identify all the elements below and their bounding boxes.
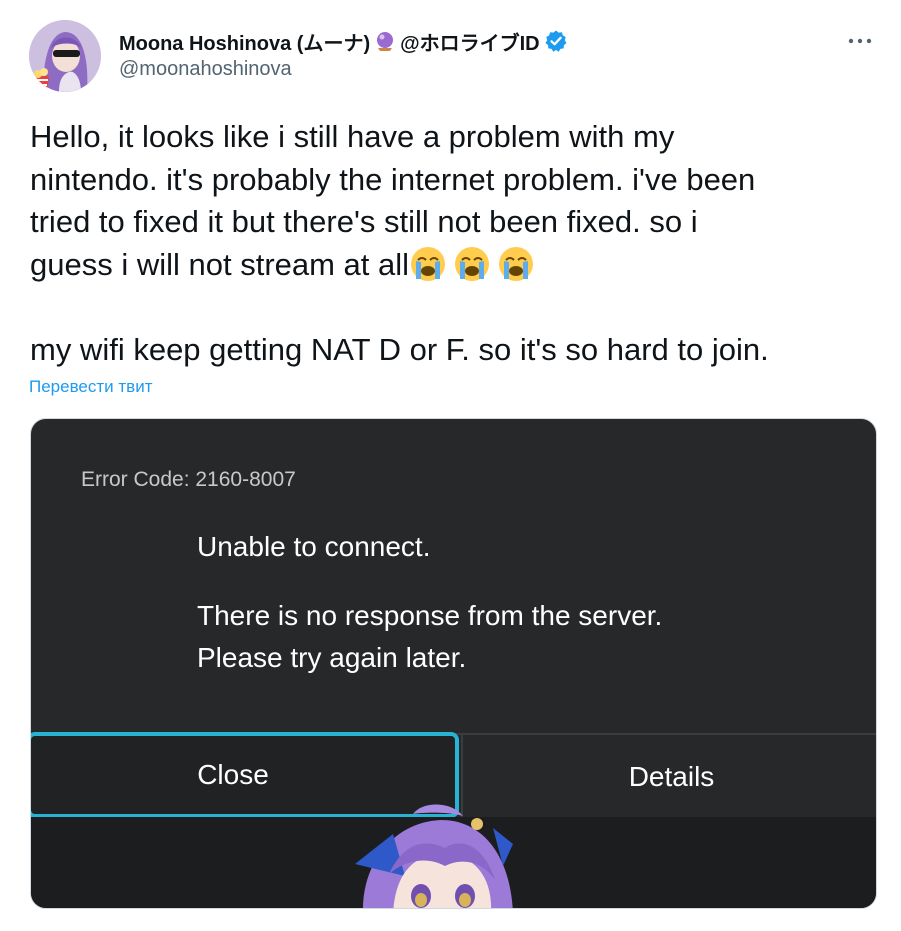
tweet-line: my wifi keep getting NAT D or F. so it's…	[30, 331, 769, 367]
error-code: Error Code: 2160-8007	[81, 468, 296, 491]
details-button-label: Details	[628, 761, 715, 792]
loudly-crying-face-icon	[497, 245, 535, 283]
details-button: Details	[461, 735, 876, 819]
crystal-ball-icon	[374, 30, 396, 52]
error-title: Unable to connect.	[197, 531, 431, 562]
error-message: There is no response from the server. Pl…	[197, 595, 662, 679]
loudly-crying-face-icon	[409, 245, 447, 283]
error-message-line: There is no response from the server.	[197, 600, 663, 631]
tweet-line-text: guess i will not stream at all	[30, 246, 410, 282]
avatar[interactable]	[29, 20, 101, 92]
tweet-media-image[interactable]: Error Code: 2160-8007 Unable to connect.…	[30, 418, 877, 909]
author-name-row[interactable]: Moona Hoshinova (ムーナ) @ホロライブID	[119, 27, 568, 56]
tweet-line: guess i will not stream at all	[30, 244, 880, 287]
error-message-line: Please try again later.	[197, 642, 467, 673]
more-options-button[interactable]	[846, 28, 874, 52]
close-button-label: Close	[197, 759, 269, 790]
translate-tweet-link[interactable]: Перевести твит	[29, 377, 152, 397]
author-display-name[interactable]: Moona Hoshinova (ムーナ)	[119, 27, 370, 56]
loudly-crying-face-icon	[453, 245, 491, 283]
tweet-text: Hello, it looks like i still have a prob…	[30, 116, 880, 371]
tweet-line: Hello, it looks like i still have a prob…	[30, 119, 675, 154]
mascot-sticker-image	[355, 804, 513, 908]
author-handle[interactable]: @moonahoshinova	[119, 58, 292, 81]
tweet-line: nintendo. it's probably the internet pro…	[30, 161, 756, 197]
verified-badge-icon	[544, 29, 568, 53]
author-affiliation[interactable]: @ホロライブID	[400, 27, 540, 56]
tweet-line: tried to fixed it but there's still not …	[30, 204, 698, 239]
more-options-icon	[848, 31, 872, 49]
